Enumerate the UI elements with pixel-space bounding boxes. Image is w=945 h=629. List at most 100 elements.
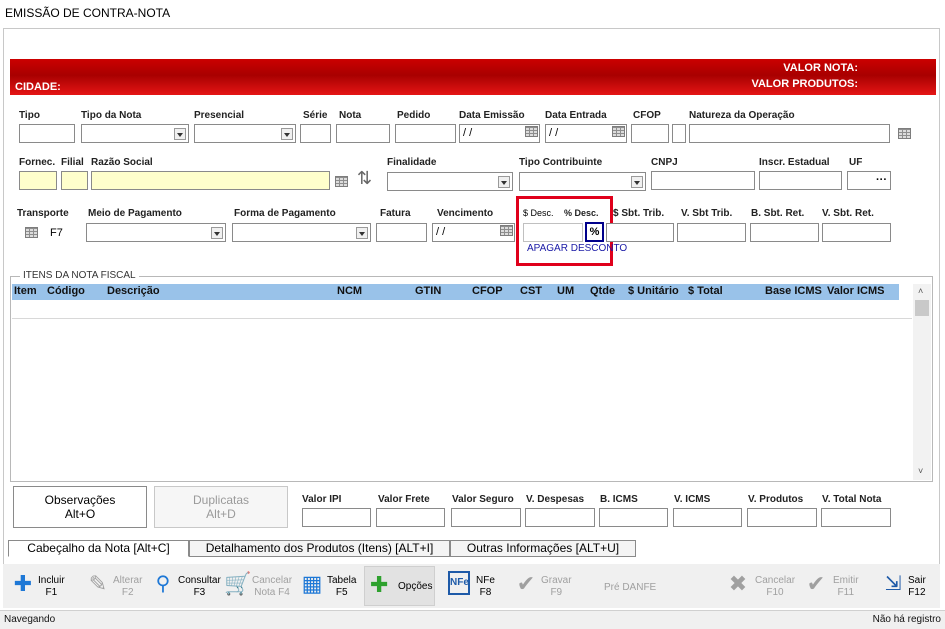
cfop-field[interactable] xyxy=(631,124,669,143)
tipo-contribuinte-label: Tipo Contribuinte xyxy=(519,157,603,168)
v-sbt-ret-field[interactable] xyxy=(822,223,891,242)
cfop-extra-field[interactable] xyxy=(672,124,686,143)
v-icms-label: V. ICMS xyxy=(674,494,711,505)
gravar-button[interactable]: ✔ Gravar F9 xyxy=(513,567,573,605)
chevron-down-icon xyxy=(174,128,186,140)
observacoes-button[interactable]: Observações Alt+O xyxy=(13,486,147,528)
v-sbt-trib-field[interactable] xyxy=(677,223,746,242)
duplicatas-button[interactable]: Duplicatas Alt+D xyxy=(154,486,288,528)
v-icms-field[interactable] xyxy=(673,508,742,527)
serie-field[interactable] xyxy=(300,124,331,143)
presencial-select[interactable] xyxy=(194,124,296,143)
col-ncm[interactable]: NCM xyxy=(337,285,362,297)
col-descricao[interactable]: Descrição xyxy=(107,285,160,297)
forma-pagamento-select[interactable] xyxy=(232,223,371,242)
table-row[interactable] xyxy=(12,300,912,319)
col-cfop[interactable]: CFOP xyxy=(472,285,503,297)
finalidade-label: Finalidade xyxy=(387,157,437,168)
opcoes-label: Opções xyxy=(398,581,433,592)
status-left: Navegando xyxy=(4,614,56,625)
pedido-field[interactable] xyxy=(395,124,456,143)
tipo-nota-select[interactable] xyxy=(81,124,189,143)
alterar-button[interactable]: ✎ Alterar F2 xyxy=(85,567,147,605)
refresh-icon[interactable]: ⇅ xyxy=(357,168,372,189)
vencimento-label: Vencimento xyxy=(437,208,494,219)
desc-valor-label: $ Desc. xyxy=(523,208,554,218)
status-right: Não há registro xyxy=(872,614,941,625)
valor-seguro-field[interactable] xyxy=(451,508,521,527)
tabela-button[interactable]: ▦ Tabela F5 xyxy=(299,567,361,605)
calendar-icon[interactable] xyxy=(612,126,625,137)
v-sbt-ret-label: V. Sbt. Ret. xyxy=(822,208,874,219)
col-total[interactable]: $ Total xyxy=(688,285,723,297)
col-qtde[interactable]: Qtde xyxy=(590,285,615,297)
cancelar-nota-button[interactable]: 🛒 Cancelar Nota F4 xyxy=(224,567,292,605)
calendar-icon[interactable] xyxy=(500,225,513,236)
data-emissao-value: / / xyxy=(463,127,473,139)
percent-button[interactable]: % xyxy=(585,222,604,242)
chevron-down-icon[interactable]: ˅ xyxy=(918,466,923,476)
valor-frete-field[interactable] xyxy=(376,508,445,527)
inscr-estadual-label: Inscr. Estadual xyxy=(759,157,830,168)
cancelar-label: Cancelar xyxy=(755,575,796,586)
tab-cabecalho[interactable]: Cabeçalho da Nota [Alt+C] xyxy=(8,540,189,557)
calendar-icon[interactable] xyxy=(525,126,538,137)
col-um[interactable]: UM xyxy=(557,285,574,297)
pre-danfe-button[interactable]: Pré DANFE xyxy=(604,582,656,593)
apagar-desconto-link[interactable]: APAGAR DESCONTO xyxy=(527,243,627,254)
v-total-nota-field[interactable] xyxy=(821,508,891,527)
items-grid-header: Item Código Descrição NCM GTIN CFOP CST … xyxy=(12,284,899,300)
col-gtin[interactable]: GTIN xyxy=(415,285,441,297)
nfe-button[interactable]: NFe NFe F8 xyxy=(448,567,506,605)
header-bar: CIDADE: VALOR NOTA: VALOR PRODUTOS: xyxy=(10,59,936,95)
opcoes-button[interactable]: ✚ Opções xyxy=(364,566,435,606)
scrollbar-thumb[interactable] xyxy=(915,300,929,316)
col-base-icms[interactable]: Base ICMS xyxy=(765,285,822,297)
emitir-label: Emitir xyxy=(833,575,859,586)
cnpj-field[interactable] xyxy=(651,171,755,190)
col-valor-icms[interactable]: Valor ICMS xyxy=(827,285,884,297)
v-despesas-field[interactable] xyxy=(525,508,595,527)
fatura-field[interactable] xyxy=(376,223,427,242)
tipo-field[interactable] xyxy=(19,124,75,143)
transport-grid-icon[interactable] xyxy=(25,227,38,238)
sair-button[interactable]: ⇲ Sair F12 xyxy=(880,567,936,605)
tipo-contribuinte-select[interactable] xyxy=(519,172,646,191)
finalidade-select[interactable] xyxy=(387,172,513,191)
emitir-button[interactable]: ✔ Emitir F11 xyxy=(803,567,863,605)
chevron-up-icon[interactable]: ˄ xyxy=(918,286,923,296)
valor-ipi-field[interactable] xyxy=(302,508,371,527)
data-entrada-field[interactable]: / / xyxy=(545,124,627,143)
razao-social-field[interactable] xyxy=(91,171,330,190)
razao-social-label: Razão Social xyxy=(91,157,153,168)
grid-lookup-icon[interactable] xyxy=(898,128,911,139)
v-produtos-field[interactable] xyxy=(747,508,817,527)
uf-field[interactable]: ··· xyxy=(847,171,891,190)
nota-field[interactable] xyxy=(336,124,390,143)
desc-valor-field[interactable] xyxy=(523,223,583,242)
col-cst[interactable]: CST xyxy=(520,285,542,297)
cancelar-button[interactable]: ✖ Cancelar F10 xyxy=(725,567,795,605)
tab-detalhamento[interactable]: Detalhamento dos Produtos (Itens) [ALT+I… xyxy=(189,540,450,557)
data-emissao-field[interactable]: / / xyxy=(459,124,540,143)
b-sbt-ret-field[interactable] xyxy=(750,223,819,242)
tipo-label: Tipo xyxy=(19,110,40,121)
ellipsis-icon[interactable]: ··· xyxy=(876,174,887,186)
vencimento-field[interactable]: / / xyxy=(432,223,515,242)
meio-pagamento-select[interactable] xyxy=(86,223,226,242)
consultar-button[interactable]: ⚲ Consultar F3 xyxy=(150,567,221,605)
col-item[interactable]: Item xyxy=(14,285,37,297)
grid-lookup-icon[interactable] xyxy=(335,176,348,187)
col-unitario[interactable]: $ Unitário xyxy=(628,285,679,297)
fornec-field[interactable] xyxy=(19,171,57,190)
col-codigo[interactable]: Código xyxy=(47,285,85,297)
sbt-trib-field[interactable] xyxy=(606,223,674,242)
filial-field[interactable] xyxy=(61,171,88,190)
inscr-estadual-field[interactable] xyxy=(759,171,842,190)
pedido-label: Pedido xyxy=(397,110,431,121)
tab-outras-informacoes[interactable]: Outras Informações [ALT+U] xyxy=(450,540,636,557)
natureza-field[interactable] xyxy=(689,124,890,143)
b-icms-field[interactable] xyxy=(599,508,668,527)
incluir-button[interactable]: ✚ Incluir F1 xyxy=(10,567,76,605)
plus-green-icon: ✚ xyxy=(370,572,389,597)
